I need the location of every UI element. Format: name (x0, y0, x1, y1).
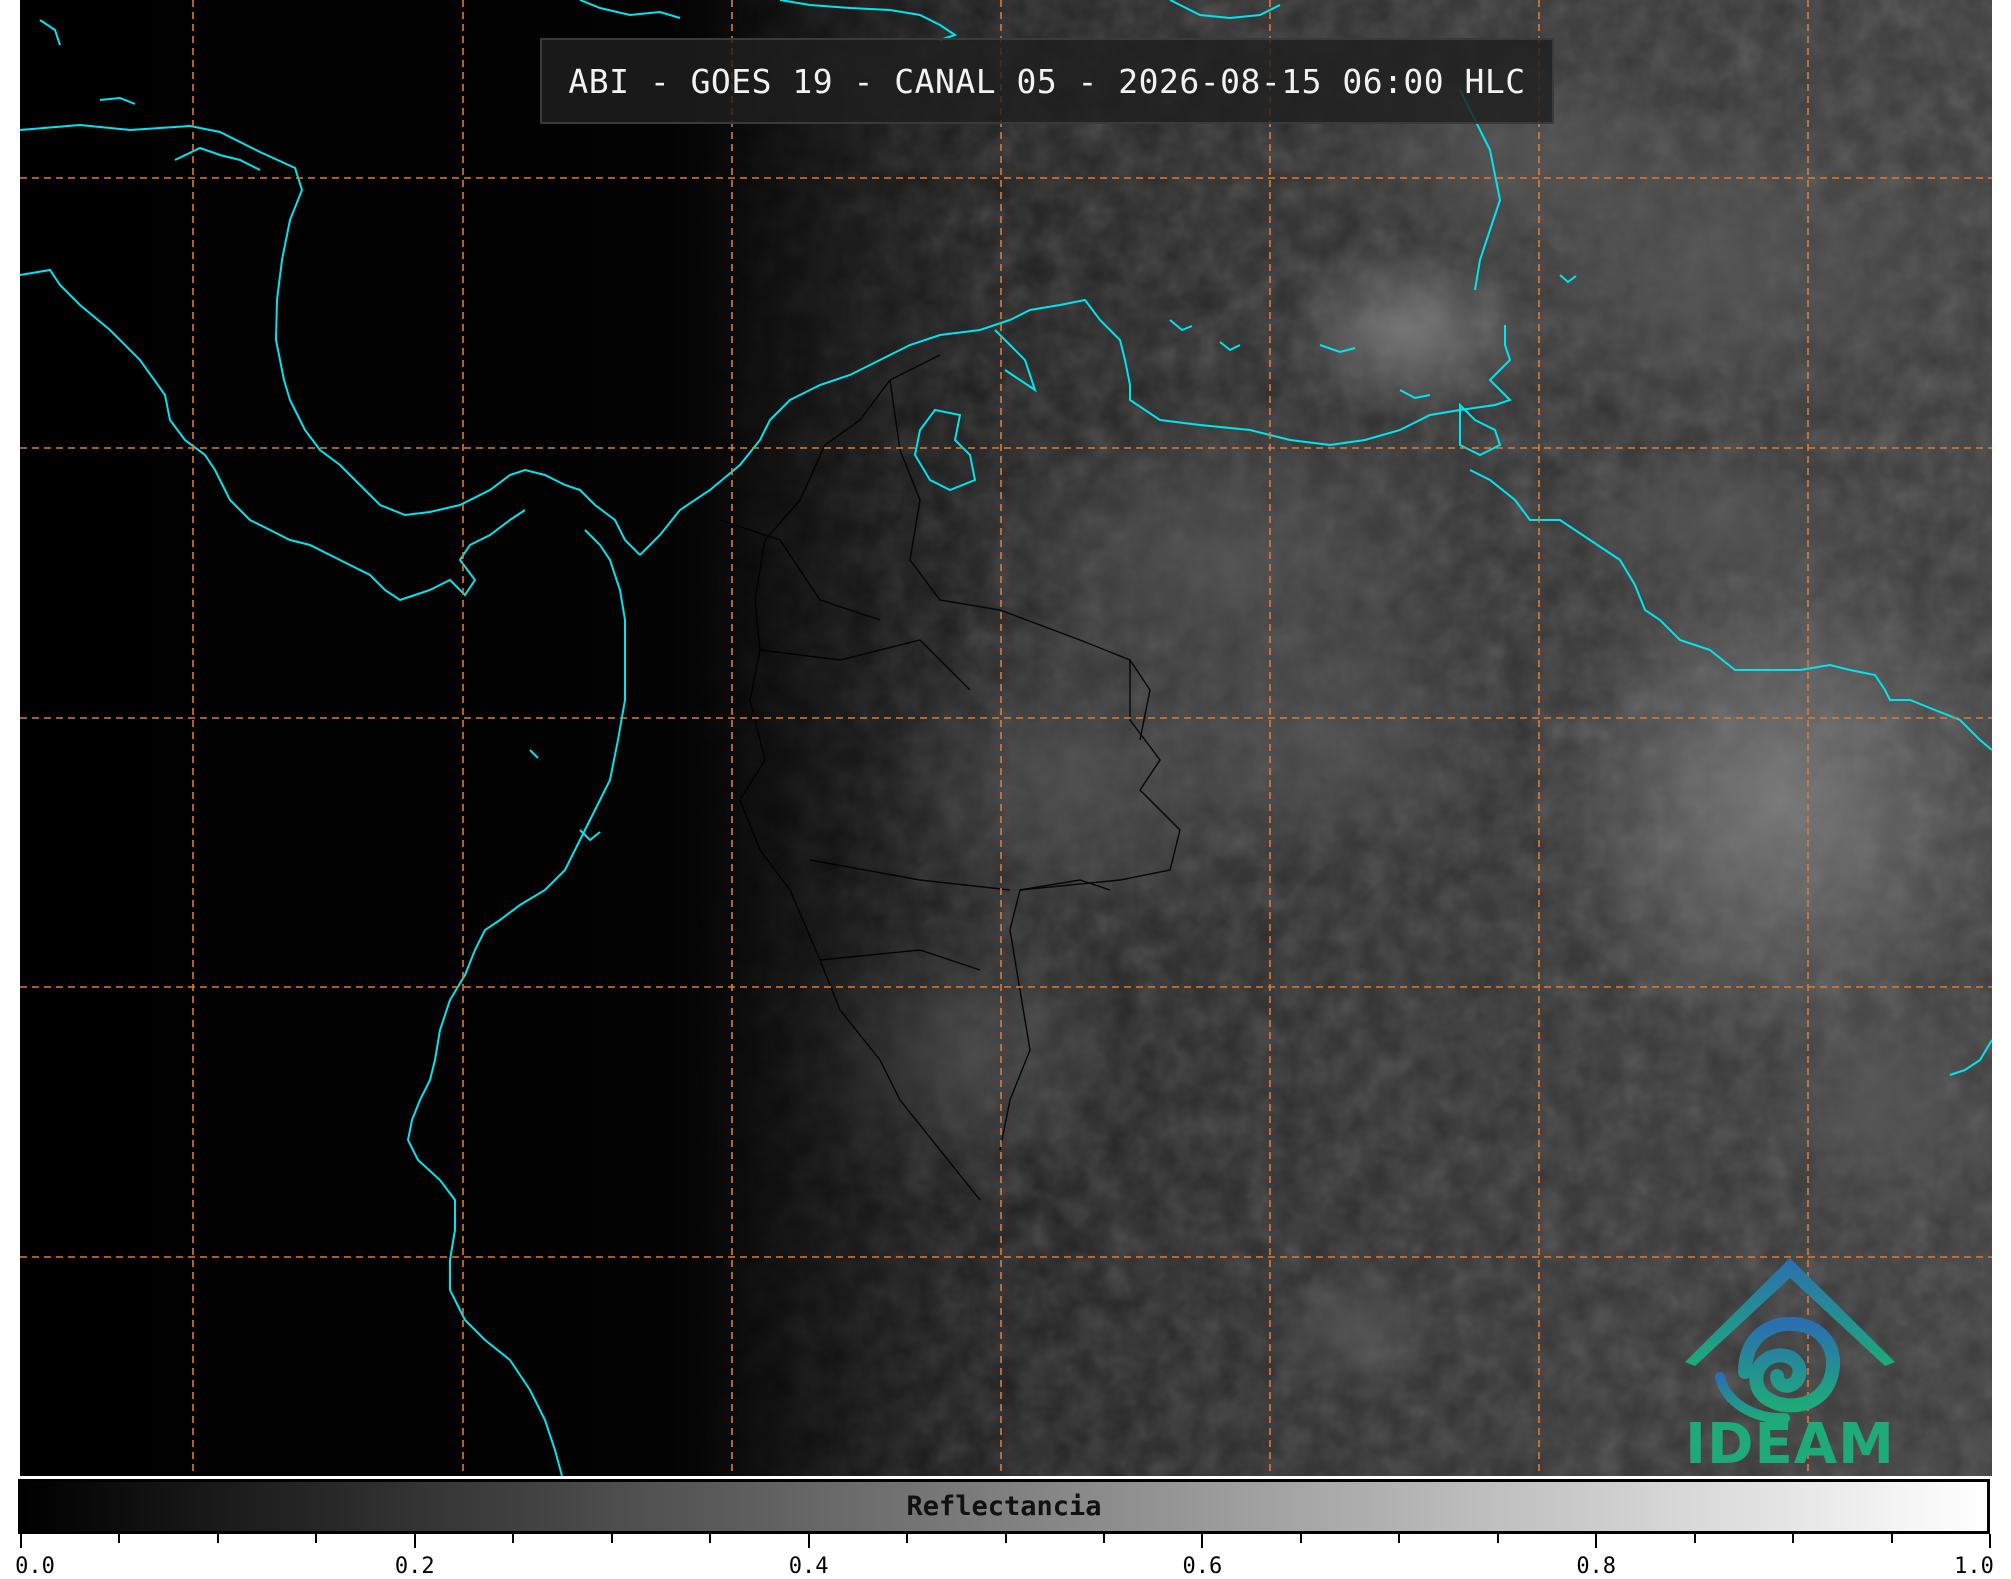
colorbar-tick-label: 0.4 (788, 1554, 829, 1579)
colorbar: Reflectancia (18, 1479, 1990, 1534)
ideam-logo: IDEAM (1665, 1252, 1915, 1476)
colorbar-major-tick (1595, 1534, 1598, 1548)
colorbar-tick-label: 0.8 (1576, 1554, 1617, 1579)
colorbar-minor-tick (1496, 1534, 1499, 1543)
colorbar-tick-label: 0.0 (15, 1554, 55, 1579)
colorbar-label: Reflectancia (906, 1491, 1102, 1522)
colorbar-major-tick (807, 1534, 810, 1548)
colorbar-minor-tick (118, 1534, 121, 1543)
colorbar-major-tick (1201, 1534, 1204, 1548)
colorbar-minor-tick (1792, 1534, 1795, 1543)
colorbar-minor-tick (216, 1534, 219, 1543)
colorbar-ticks: 0.0 0.2 0.4 0.6 0.8 1.0 (15, 1534, 1994, 1579)
colorbar-minor-tick (1693, 1534, 1696, 1543)
colorbar-minor-tick (709, 1534, 712, 1543)
colorbar-tick-label: 1.0 (1954, 1554, 1994, 1579)
colorbar-minor-tick (1102, 1534, 1105, 1543)
ideam-emblem-icon (1685, 1258, 1895, 1422)
ideam-logo-text: IDEAM (1685, 1412, 1895, 1476)
colorbar-major-tick (413, 1534, 416, 1548)
colorbar-minor-tick (1299, 1534, 1302, 1543)
colorbar-major-tick (20, 1534, 22, 1548)
colorbar-tick-label: 0.2 (394, 1554, 435, 1579)
colorbar-tick-label: 0.6 (1182, 1554, 1223, 1579)
colorbar-minor-tick (315, 1534, 318, 1543)
colorbar-minor-tick (906, 1534, 909, 1543)
map-title: ABI - GOES 19 - CANAL 05 - 2026-08-15 06… (568, 61, 1526, 101)
colorbar-minor-tick (610, 1534, 613, 1543)
colorbar-minor-tick (1890, 1534, 1893, 1543)
title-box: ABI - GOES 19 - CANAL 05 - 2026-08-15 06… (540, 38, 1554, 124)
colorbar-minor-tick (1398, 1534, 1401, 1543)
colorbar-minor-tick (512, 1534, 515, 1543)
satellite-map: ABI - GOES 19 - CANAL 05 - 2026-08-15 06… (20, 0, 1992, 1476)
colorbar-major-tick (1989, 1534, 1991, 1548)
colorbar-minor-tick (1004, 1534, 1007, 1543)
